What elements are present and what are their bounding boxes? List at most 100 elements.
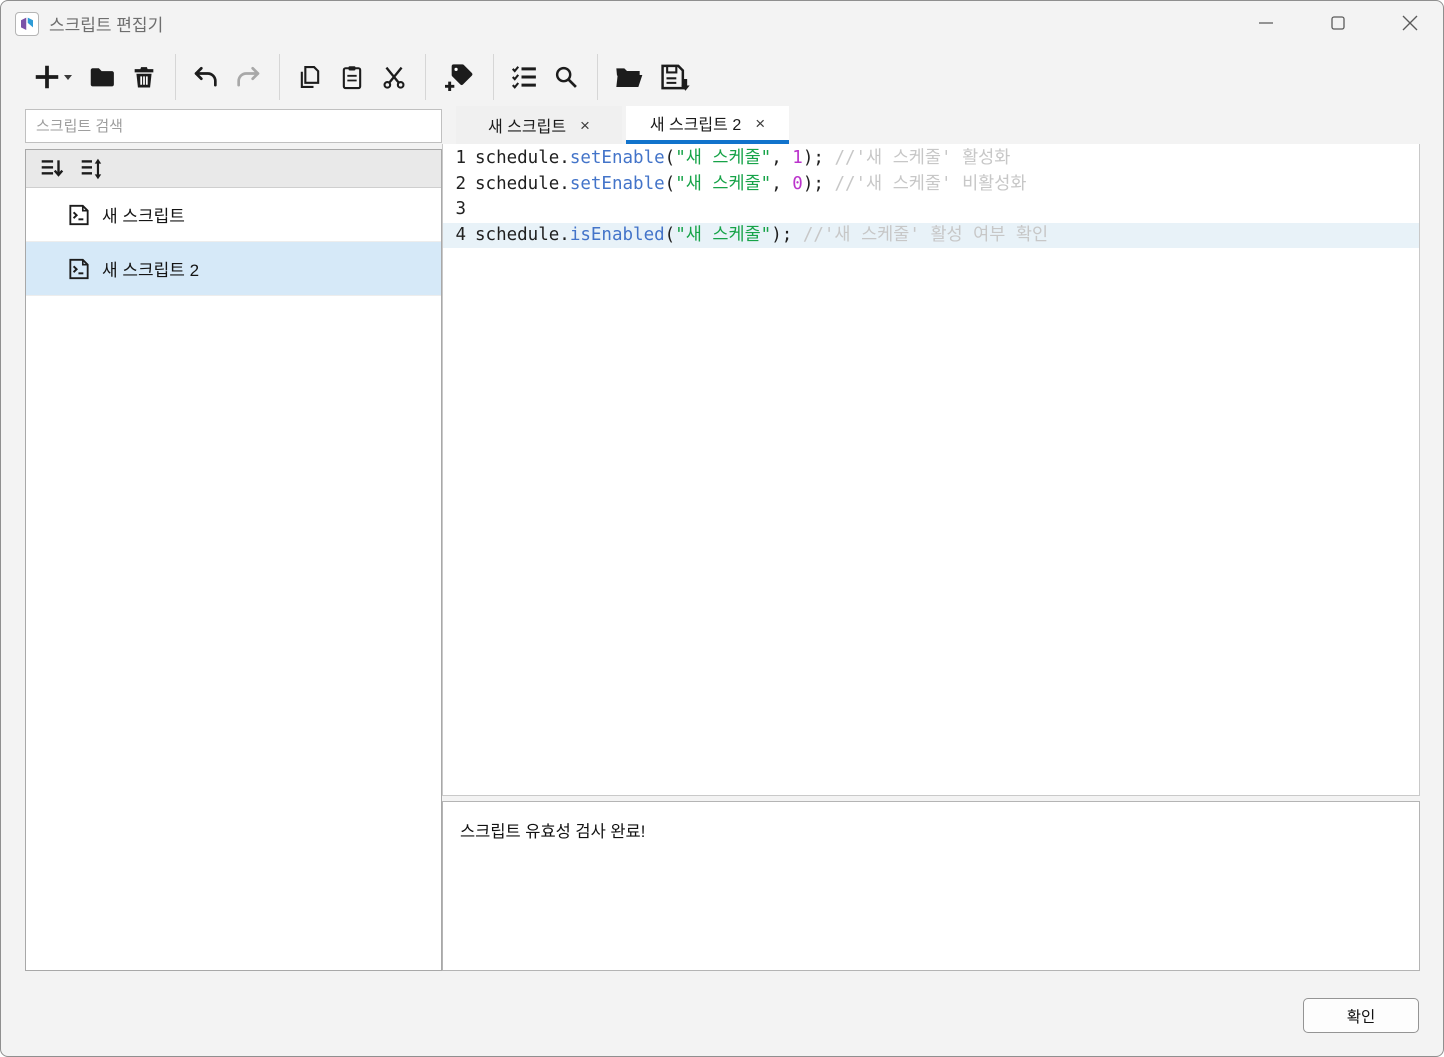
maximize-icon [1326,11,1350,35]
code-token-func: setEnable [570,148,665,168]
code-token-func: isEnabled [570,225,665,245]
paste-button[interactable] [335,59,369,95]
open-script-button[interactable] [611,59,647,95]
validation-message-panel: 스크립트 유효성 검사 완료! [442,801,1420,971]
script-list-header [26,150,441,188]
code-line[interactable]: 4 schedule.isEnabled("새 스케줄"); //'새 스케줄' … [443,223,1419,249]
toolbar [1,49,1443,105]
code-token-plain: , [771,174,792,194]
undo-button[interactable] [189,59,223,95]
sort-reorder-button[interactable] [76,154,108,184]
code-token-string: "새 스케줄" [675,174,771,194]
code-token-plain: schedule. [475,174,570,194]
redo-icon [234,63,262,91]
code-token-string: "새 스케줄" [675,148,771,168]
code-token-plain: schedule. [475,225,570,245]
tab-close-icon[interactable]: × [755,115,765,132]
code-token-comment: //'새 스케줄' 활성 여부 확인 [803,225,1048,245]
redo-button[interactable] [231,59,265,95]
close-icon [1398,11,1422,35]
save-icon [658,61,692,93]
sort-down-icon [39,156,65,182]
delete-button[interactable] [127,59,161,95]
paste-icon [338,63,366,91]
undo-icon [192,63,220,91]
script-editor-window: 스크립트 편집기 [0,0,1444,1057]
code-token-string: "새 스케줄" [675,225,771,245]
script-search-input[interactable] [25,109,442,143]
minimize-icon [1254,11,1278,35]
ok-button[interactable]: 확인 [1303,998,1419,1033]
script-file-icon [66,202,92,228]
folder-open-icon [613,61,645,93]
close-button[interactable] [1387,4,1433,42]
code-token-plain: ( [665,148,676,168]
find-button[interactable] [549,59,583,95]
tab-script-2-active[interactable]: 새 스크립트 2 × [626,106,789,144]
tab-script-1[interactable]: 새 스크립트 × [456,106,622,144]
app-logo-icon [15,12,39,36]
code-text: schedule.isEnabled("새 스케줄"); //'새 스케줄' 활… [475,223,1048,249]
code-token-comment: //'새 스케줄' 활성화 [834,148,1010,168]
code-token-plain: ( [665,174,676,194]
code-token-plain: schedule. [475,148,570,168]
script-list-item[interactable]: 새 스크립트 [26,188,441,242]
validation-message: 스크립트 유효성 검사 완료! [460,823,645,841]
folder-button[interactable] [85,59,119,95]
tabbar: 새 스크립트 × 새 스크립트 2 × [442,106,793,144]
script-item-label: 새 스크립트 [102,202,185,227]
tag-plus-icon [443,61,475,93]
window-title: 스크립트 편집기 [49,11,163,36]
code-token-comment: //'새 스케줄' 비활성화 [834,174,1026,194]
folder-icon [87,62,117,92]
minimize-button[interactable] [1243,4,1289,42]
code-token-number: 0 [792,174,803,194]
code-line[interactable]: 3 [443,197,1419,223]
toolbar-separator [493,54,494,100]
code-token-plain: , [771,148,792,168]
maximize-button[interactable] [1315,4,1361,42]
code-line[interactable]: 2 schedule.setEnable("새 스케줄", 0); //'새 스케… [443,172,1419,198]
validate-list-button[interactable] [507,59,541,95]
code-token-plain: ); [803,148,835,168]
save-button[interactable] [655,59,695,95]
script-file-icon [66,256,92,282]
code-editor[interactable]: 1schedule.setEnable("새 스케줄", 1); //'새 스케… [442,144,1420,796]
window-controls [1217,4,1433,42]
toolbar-separator [175,54,176,100]
code-token-plain: ( [665,225,676,245]
tab-label: 새 스크립트 [488,113,566,137]
search-icon [552,63,580,91]
scissors-icon [380,63,408,91]
copy-button[interactable] [293,59,327,95]
line-number: 3 [450,197,466,223]
code-token-func: setEnable [570,174,665,194]
code-token-plain: ); [771,225,803,245]
code-token-plain: ); [803,174,835,194]
line-number: 1 [450,146,466,172]
add-tag-button[interactable] [439,59,479,95]
tab-label: 새 스크립트 2 [650,111,741,135]
add-script-button[interactable] [29,59,77,95]
copy-icon [296,63,324,91]
script-list-item-selected[interactable]: 새 스크립트 2 [26,242,441,296]
checklist-icon [509,62,539,92]
code-token-number: 1 [792,148,803,168]
toolbar-separator [425,54,426,100]
toolbar-separator [279,54,280,100]
add-icon [32,62,62,92]
script-list-panel: 새 스크립트 새 스크립트 2 [25,149,442,971]
cut-button[interactable] [377,59,411,95]
code-line[interactable]: 1schedule.setEnable("새 스케줄", 1); //'새 스케… [443,146,1419,172]
sort-descending-button[interactable] [36,154,68,184]
line-number: 4 [450,223,466,249]
script-item-label: 새 스크립트 2 [102,256,199,281]
sort-up-down-icon [79,156,105,182]
code-text: schedule.setEnable("새 스케줄", 1); //'새 스케줄… [475,146,1010,172]
chevron-down-icon [62,71,74,83]
line-number: 2 [450,172,466,198]
titlebar: 스크립트 편집기 [1,1,1443,46]
trash-icon [130,63,158,91]
code-text: schedule.setEnable("새 스케줄", 0); //'새 스케줄… [475,172,1026,198]
tab-close-icon[interactable]: × [580,117,590,134]
